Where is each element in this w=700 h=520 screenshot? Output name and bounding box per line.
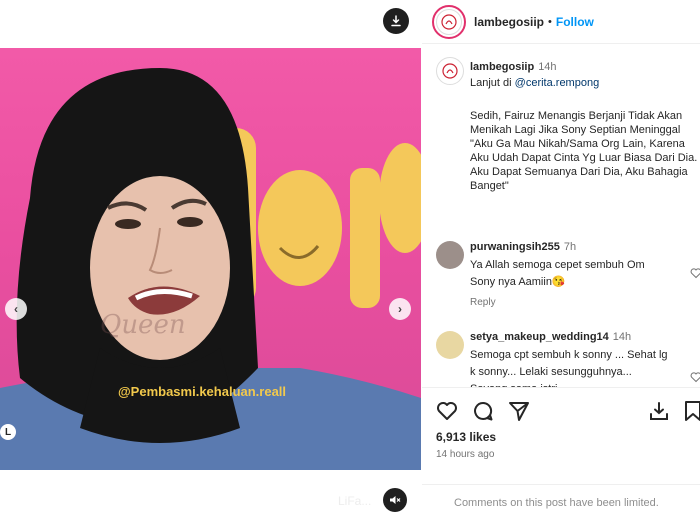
- caption-text: Sedih, Fairuz Menangis Berjanji Tidak Ak…: [470, 110, 698, 192]
- chevron-right-icon: ›: [398, 302, 402, 316]
- comment-text: Ya Allah semoga cepet sembuh Om Sony nya…: [470, 259, 645, 288]
- caption-header: lambegosiip 14h: [470, 61, 557, 73]
- next-media-button[interactable]: ›: [389, 298, 411, 320]
- comment-header: purwaningsih255 7h: [470, 241, 576, 253]
- header-separator: •: [548, 15, 552, 28]
- author-logo-icon: [436, 8, 462, 35]
- post-header: lambegosiip • Follow: [422, 0, 700, 44]
- comment-like-icon[interactable]: [690, 267, 700, 279]
- post-time: 14 hours ago: [436, 449, 495, 460]
- tag-badge-icon[interactable]: L: [0, 424, 16, 440]
- comment-icon[interactable]: [472, 400, 494, 422]
- caption-prefix: Lanjut di: [470, 77, 515, 89]
- comment-time: 14h: [612, 331, 632, 343]
- likes-count[interactable]: 6,913 likes: [436, 430, 496, 444]
- comment-like-icon[interactable]: [690, 371, 700, 383]
- download-icon: [391, 15, 401, 27]
- share-icon[interactable]: [508, 400, 530, 422]
- author-avatar[interactable]: [432, 4, 466, 39]
- media-top-bar: [0, 0, 421, 48]
- comment-header: setya_makeup_wedding14 14h: [470, 331, 631, 343]
- post-actions: 6,913 likes 14 hours ago Comments on thi…: [422, 387, 700, 520]
- reply-button[interactable]: Reply: [470, 297, 496, 308]
- commenter-avatar[interactable]: [436, 241, 464, 269]
- previous-media-button[interactable]: ‹: [5, 298, 27, 320]
- video-overlay-text: @Pembasmi.kehaluan.reall: [118, 384, 287, 399]
- author-username[interactable]: lambegosiip: [474, 15, 544, 29]
- save-icon[interactable]: [682, 400, 700, 422]
- action-buttons-row: [436, 400, 700, 422]
- comments-limited-notice: Comments on this post have been limited.: [422, 484, 700, 520]
- post-side-pane: lambegosiip • Follow lambegosiip 14h Lanj…: [422, 0, 700, 520]
- commenter-avatar[interactable]: [436, 331, 464, 359]
- speaker-muted-icon: [390, 496, 401, 504]
- comment-time: 7h: [563, 241, 577, 253]
- caption-line: Lanjut di @cerita.rempong: [470, 77, 599, 89]
- comments-list[interactable]: lambegosiip 14h Lanjut di @cerita.rempong…: [422, 45, 700, 387]
- faded-watermark: LiFa...: [338, 494, 372, 508]
- caption-username[interactable]: lambegosiip: [470, 61, 534, 73]
- post-media-pane: Queen @Pembasmi.kehaluan.reall ‹ › L LiF…: [0, 0, 421, 520]
- person-figure: Queen: [0, 68, 421, 470]
- svg-text:Queen: Queen: [100, 310, 186, 340]
- comment-text: Semoga cpt sembuh k sonny ... Sehat lg k…: [470, 349, 668, 387]
- chevron-left-icon: ‹: [14, 302, 18, 316]
- heart-icon[interactable]: [436, 400, 458, 422]
- post-video[interactable]: Queen @Pembasmi.kehaluan.reall ‹ ›: [0, 48, 421, 470]
- save-download-icon[interactable]: [648, 400, 670, 422]
- comment-username[interactable]: setya_makeup_wedding14: [470, 331, 609, 343]
- mute-button[interactable]: [383, 488, 407, 512]
- follow-button[interactable]: Follow: [556, 15, 594, 29]
- comment-username[interactable]: purwaningsih255: [470, 241, 560, 253]
- download-button[interactable]: [383, 8, 409, 34]
- caption-avatar[interactable]: [436, 57, 464, 85]
- caption-mention-link[interactable]: @cerita.rempong: [515, 77, 600, 89]
- caption-time: 14h: [538, 61, 557, 73]
